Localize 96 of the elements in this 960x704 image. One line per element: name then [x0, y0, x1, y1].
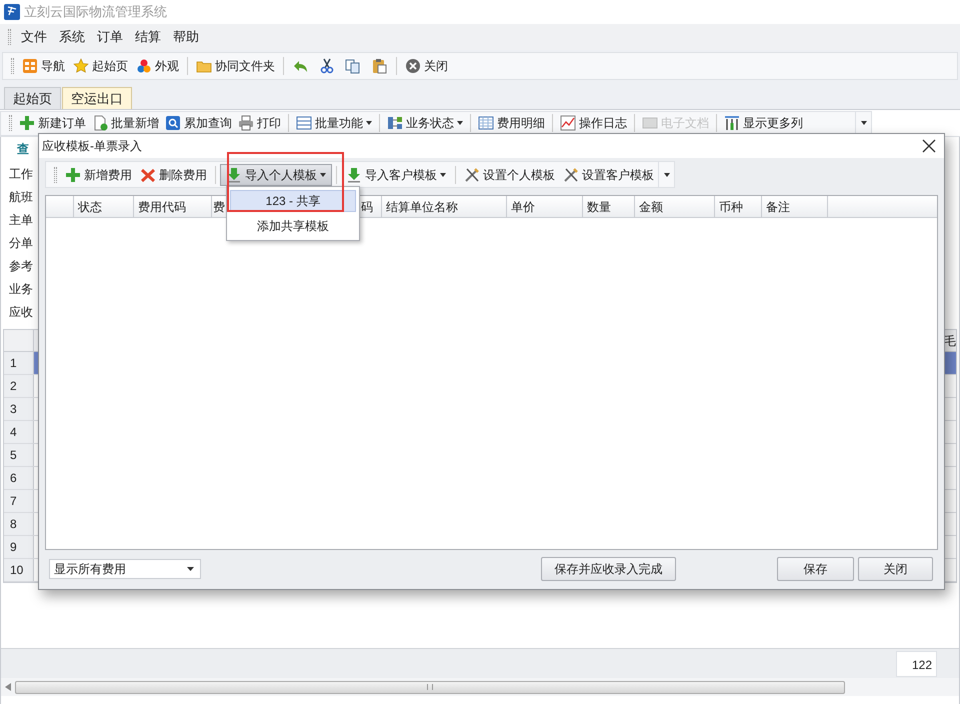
dialog-button[interactable]: 关闭: [858, 557, 933, 581]
scrollbar-thumb[interactable]: [15, 680, 845, 694]
download-arrow-icon: [226, 166, 242, 182]
toolbar-button[interactable]: 业务状态: [384, 112, 466, 134]
toolbar-button[interactable]: 起始页: [69, 55, 132, 77]
row-number: 6: [4, 467, 34, 489]
toolbar-button[interactable]: 设置客户模板: [559, 164, 658, 186]
row-number: 4: [4, 421, 34, 443]
field-label: 主单: [9, 212, 33, 229]
toolbar-grip[interactable]: [8, 29, 11, 45]
scissors-icon: [319, 58, 335, 74]
line-chart-icon: [560, 115, 576, 131]
app-logo-icon: [4, 4, 20, 20]
toolbar-button[interactable]: 关闭: [401, 55, 452, 77]
field-label: 业务: [9, 281, 33, 298]
caret-icon: [457, 121, 463, 125]
toolbar-grip[interactable]: [54, 166, 57, 182]
row-number: 8: [4, 513, 34, 535]
table-icon: [478, 115, 494, 131]
filter-select[interactable]: 显示所有费用: [49, 559, 201, 579]
toolbar-button[interactable]: 设置个人模板: [460, 164, 559, 186]
toolbar-button[interactable]: 操作日志: [557, 112, 630, 134]
plus-icon: [65, 166, 81, 182]
copy-icon: [345, 58, 361, 74]
printer-icon: [238, 115, 254, 131]
document-icon: [642, 115, 658, 131]
toolbar-button[interactable]: 删除费用: [136, 164, 211, 186]
column-header[interactable]: 结算单位名称: [382, 196, 507, 217]
menu-item[interactable]: 结算: [129, 27, 167, 47]
column-header[interactable]: 费用代码: [134, 196, 212, 217]
toolbar-grip[interactable]: [9, 115, 12, 131]
caret-icon: [860, 121, 866, 125]
toolbar-button[interactable]: 新增费用: [61, 164, 136, 186]
row-number: 2: [4, 375, 34, 397]
document-plus-icon: [92, 115, 108, 131]
row-number: 9: [4, 536, 34, 558]
menu-item[interactable]: 添加共享模板: [230, 215, 356, 237]
scroll-left-icon[interactable]: [5, 683, 11, 691]
cross-icon: [140, 166, 156, 182]
close-circle-icon: [405, 58, 421, 74]
toolbar-button[interactable]: 导航: [18, 55, 69, 77]
toolbar-button[interactable]: 显示更多列: [721, 112, 806, 134]
tab[interactable]: 起始页: [4, 87, 61, 109]
column-header[interactable]: 数量: [583, 196, 635, 217]
toolbar-button[interactable]: 协同文件夹: [192, 55, 279, 77]
grid-icon: [22, 58, 38, 74]
menu-item[interactable]: 系统: [53, 27, 91, 47]
clipboard-icon: [371, 58, 387, 74]
column-header[interactable]: 单价: [507, 196, 583, 217]
color-balls-icon: [136, 58, 152, 74]
dialog-title: 应收模板-单票录入: [42, 138, 142, 155]
caret-icon: [664, 172, 670, 176]
column-header[interactable]: 币种: [715, 196, 762, 217]
star-icon: [73, 58, 89, 74]
menu-item[interactable]: 订单: [91, 27, 129, 47]
caret-icon: [440, 172, 446, 176]
row-number: 10: [4, 559, 34, 581]
plus-icon: [19, 115, 35, 131]
tab[interactable]: 空运出口: [62, 87, 132, 109]
row-number: 1: [4, 352, 34, 374]
tools-icon: [563, 166, 579, 182]
field-label: 航班: [9, 189, 33, 206]
caret-icon: [320, 172, 326, 176]
column-header[interactable]: 状态: [74, 196, 134, 217]
close-icon[interactable]: [922, 139, 936, 153]
menu-item[interactable]: 文件: [15, 27, 53, 47]
column-header: 毛: [944, 333, 956, 350]
tools-icon: [464, 166, 480, 182]
search-icon: [165, 115, 181, 131]
caret-icon: [366, 121, 372, 125]
menu-item[interactable]: 123 - 共享: [230, 190, 356, 212]
field-label: 分单: [9, 235, 33, 252]
toolbar-button[interactable]: 外观: [132, 55, 183, 77]
caret-icon: [187, 567, 194, 571]
toolbar-button[interactable]: 新建订单: [16, 112, 89, 134]
flow-chart-icon: [387, 115, 403, 131]
dropdown-button[interactable]: 导入个人模板: [220, 164, 332, 186]
dialog-button[interactable]: 保存并应收录入完成: [541, 557, 676, 581]
toolbar-grip[interactable]: [11, 58, 14, 74]
row-number: 5: [4, 444, 34, 466]
window-title: 立刻云国际物流管理系统: [24, 3, 167, 22]
field-label: 参考: [9, 258, 33, 275]
download-arrow-icon: [346, 166, 362, 182]
dropdown-button[interactable]: 导入客户模板: [341, 164, 451, 186]
row-number: 3: [4, 398, 34, 420]
columns-icon: [724, 115, 740, 131]
total-field: 122: [896, 650, 937, 676]
column-header[interactable]: 备注: [762, 196, 828, 217]
query-link[interactable]: 查: [17, 140, 29, 158]
column-header[interactable]: 金额: [635, 196, 715, 217]
menu-item[interactable]: 帮助: [167, 27, 205, 47]
dialog-button[interactable]: 保存: [777, 557, 854, 581]
field-label: 应收: [9, 304, 33, 321]
list-icon: [296, 115, 312, 131]
row-number: 7: [4, 490, 34, 512]
field-label: 工作: [9, 166, 33, 183]
